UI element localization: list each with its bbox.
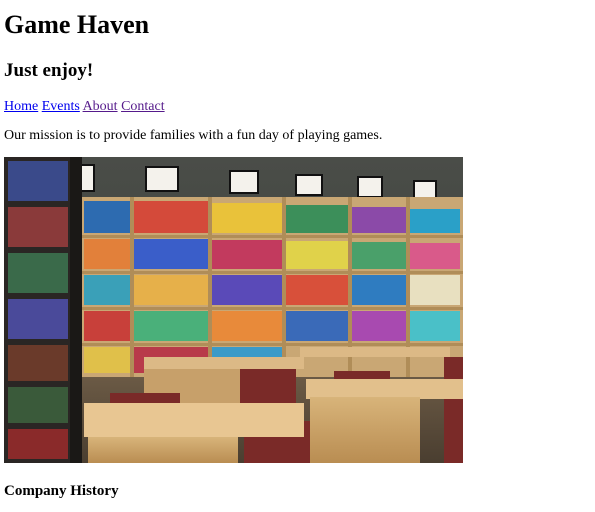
game-store-photo	[4, 157, 463, 463]
site-tagline: Just enjoy!	[4, 60, 94, 81]
nav-link-contact[interactable]: Contact	[121, 99, 165, 114]
nav-link-home[interactable]: Home	[4, 99, 38, 114]
mission-statement: Our mission is to provide families with …	[4, 128, 383, 143]
nav-link-about[interactable]: About	[83, 99, 118, 114]
company-history-heading: Company History	[4, 483, 119, 499]
site-title: Game Haven	[4, 10, 150, 39]
main-nav: Home Events About Contact	[4, 98, 165, 116]
nav-link-events[interactable]: Events	[42, 99, 80, 114]
